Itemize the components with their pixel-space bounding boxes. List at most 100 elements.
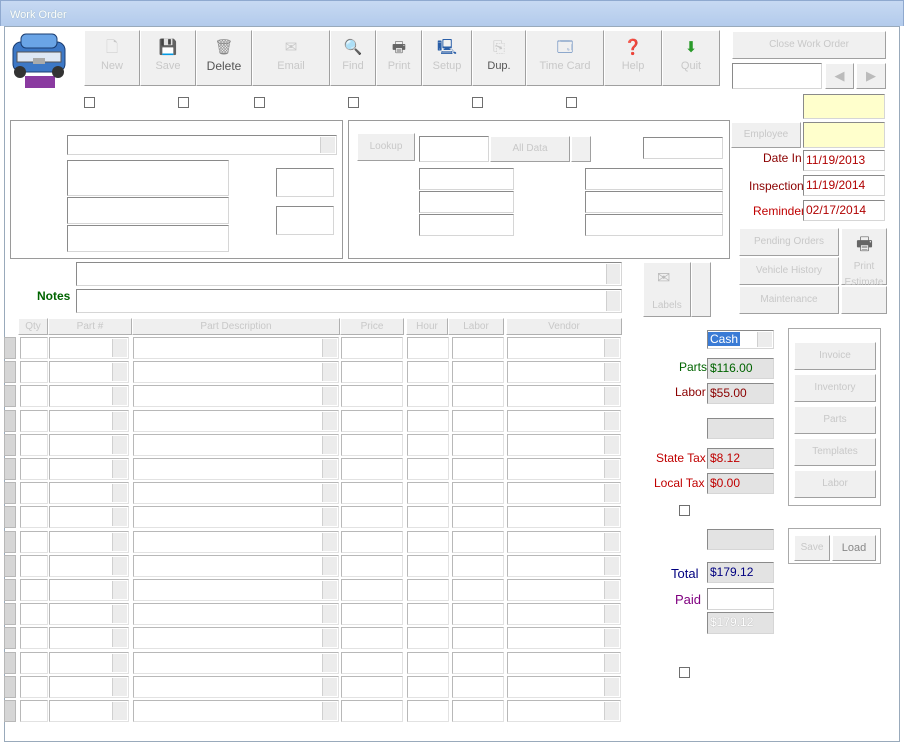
labor-cell[interactable] xyxy=(452,700,504,722)
customer-combobox[interactable] xyxy=(67,135,337,155)
qty-cell[interactable] xyxy=(20,555,48,577)
dropdown-arrow-icon[interactable] xyxy=(112,484,127,502)
vendor-cell[interactable] xyxy=(507,385,621,407)
setup-button[interactable]: 🖳 Setup xyxy=(422,30,472,86)
row-selector[interactable] xyxy=(4,337,16,359)
hour-cell[interactable] xyxy=(407,482,449,504)
qty-cell[interactable] xyxy=(20,337,48,359)
vehicle-year-field[interactable] xyxy=(419,168,514,190)
row-selector[interactable] xyxy=(4,385,16,407)
price-cell[interactable] xyxy=(341,603,403,625)
hour-cell[interactable] xyxy=(407,337,449,359)
help-button[interactable]: ❓ Help xyxy=(604,30,662,86)
part-number-cell[interactable] xyxy=(49,627,129,649)
tax-exempt-checkbox[interactable] xyxy=(679,505,690,516)
labor-cell[interactable] xyxy=(452,434,504,456)
print-button[interactable]: 🖶 Print xyxy=(376,30,422,86)
dropdown-arrow-icon[interactable] xyxy=(604,508,619,526)
price-cell[interactable] xyxy=(341,652,403,674)
dropdown-arrow-icon[interactable] xyxy=(112,629,127,647)
part-description-cell[interactable] xyxy=(133,652,339,674)
qty-cell[interactable] xyxy=(20,700,48,722)
price-cell[interactable] xyxy=(341,555,403,577)
dropdown-arrow-icon[interactable] xyxy=(604,533,619,551)
dropdown-arrow-icon[interactable] xyxy=(112,678,127,696)
option-checkbox-6[interactable] xyxy=(566,97,577,108)
dropdown-arrow-icon[interactable] xyxy=(604,702,619,720)
part-description-cell[interactable] xyxy=(133,482,339,504)
dropdown-arrow-icon[interactable] xyxy=(322,484,337,502)
part-number-cell[interactable] xyxy=(49,700,129,722)
labels-dropdown[interactable] xyxy=(691,262,711,317)
qty-cell[interactable] xyxy=(20,434,48,456)
all-data-button[interactable]: All Data xyxy=(490,136,570,162)
part-description-cell[interactable] xyxy=(133,410,339,432)
part-number-cell[interactable] xyxy=(49,458,129,480)
dropdown-arrow-icon[interactable] xyxy=(604,363,619,381)
part-description-cell[interactable] xyxy=(133,506,339,528)
hour-cell[interactable] xyxy=(407,506,449,528)
all-data-dropdown[interactable] xyxy=(571,136,591,162)
labor-cell[interactable] xyxy=(452,337,504,359)
row-selector[interactable] xyxy=(4,506,16,528)
hour-cell[interactable] xyxy=(407,385,449,407)
scroll-arrows-icon[interactable] xyxy=(606,264,620,284)
vendor-cell[interactable] xyxy=(507,410,621,432)
qty-cell[interactable] xyxy=(20,482,48,504)
part-description-cell[interactable] xyxy=(133,361,339,383)
vendor-cell[interactable] xyxy=(507,700,621,722)
part-number-cell[interactable] xyxy=(49,482,129,504)
dropdown-arrow-icon[interactable] xyxy=(112,533,127,551)
option-checkbox-4[interactable] xyxy=(348,97,359,108)
vehicle-history-button[interactable]: Vehicle History xyxy=(739,257,839,285)
qty-cell[interactable] xyxy=(20,603,48,625)
vendor-cell[interactable] xyxy=(507,579,621,601)
vendor-cell[interactable] xyxy=(507,482,621,504)
dropdown-arrow-icon[interactable] xyxy=(604,339,619,357)
vendor-cell[interactable] xyxy=(507,458,621,480)
dropdown-arrow-icon[interactable] xyxy=(112,387,127,405)
part-description-cell[interactable] xyxy=(133,700,339,722)
next-button[interactable]: ▶ xyxy=(856,63,886,89)
time-card-button[interactable]: 🗔 Time Card xyxy=(526,30,604,86)
qty-cell[interactable] xyxy=(20,531,48,553)
labor-cell[interactable] xyxy=(452,482,504,504)
labor-cell[interactable] xyxy=(452,458,504,480)
address-line-2[interactable] xyxy=(67,197,229,224)
labor-cell[interactable] xyxy=(452,652,504,674)
inventory-button[interactable]: Inventory xyxy=(794,374,876,402)
price-cell[interactable] xyxy=(341,627,403,649)
dropdown-arrow-icon[interactable] xyxy=(604,557,619,575)
part-number-cell[interactable] xyxy=(49,676,129,698)
new-button[interactable]: 🗋 New xyxy=(84,30,140,86)
dropdown-arrow-icon[interactable] xyxy=(604,654,619,672)
labor-cell[interactable] xyxy=(452,506,504,528)
dropdown-arrow-icon[interactable] xyxy=(604,412,619,430)
dropdown-arrow-icon[interactable] xyxy=(112,339,127,357)
lookup-button[interactable]: Lookup xyxy=(357,133,415,161)
dropdown-arrow-icon[interactable] xyxy=(322,629,337,647)
previous-button[interactable]: ◀ xyxy=(825,63,854,89)
option-checkbox-5[interactable] xyxy=(472,97,483,108)
part-number-cell[interactable] xyxy=(49,652,129,674)
price-cell[interactable] xyxy=(341,700,403,722)
row-selector[interactable] xyxy=(4,652,16,674)
reminder-field[interactable]: 02/17/2014 xyxy=(803,200,885,221)
labor-cell[interactable] xyxy=(452,676,504,698)
extra-button[interactable] xyxy=(841,286,887,314)
dropdown-arrow-icon[interactable] xyxy=(322,678,337,696)
dropdown-arrow-icon[interactable] xyxy=(112,508,127,526)
part-description-cell[interactable] xyxy=(133,531,339,553)
row-selector[interactable] xyxy=(4,361,16,383)
price-cell[interactable] xyxy=(341,410,403,432)
date-in-field[interactable]: 11/19/2013 xyxy=(803,150,885,171)
price-cell[interactable] xyxy=(341,458,403,480)
dropdown-arrow-icon[interactable] xyxy=(322,339,337,357)
part-description-cell[interactable] xyxy=(133,676,339,698)
part-description-cell[interactable] xyxy=(133,603,339,625)
part-number-cell[interactable] xyxy=(49,434,129,456)
qty-cell[interactable] xyxy=(20,385,48,407)
template-save-button[interactable]: Save xyxy=(794,535,830,561)
hour-cell[interactable] xyxy=(407,458,449,480)
part-number-cell[interactable] xyxy=(49,385,129,407)
